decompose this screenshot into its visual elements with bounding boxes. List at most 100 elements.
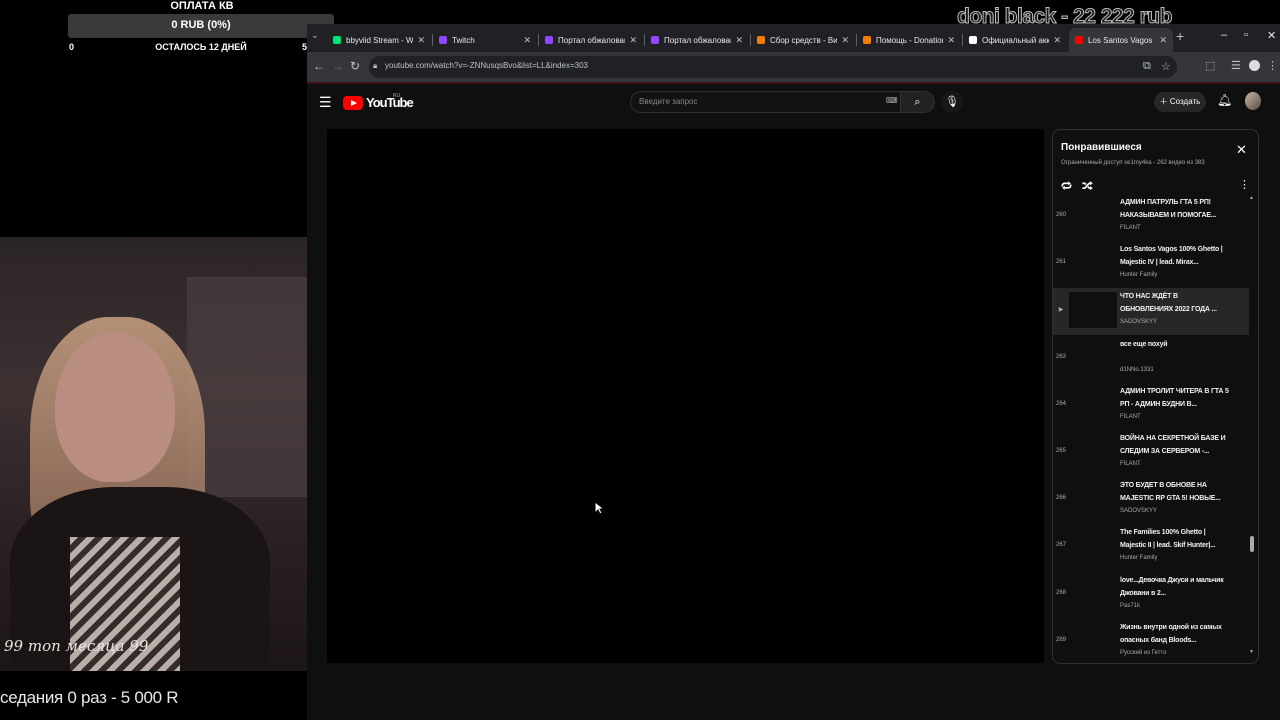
browser-tab[interactable]: Сбор средств - Виджеты✕ — [751, 28, 855, 52]
browser-tab[interactable]: Twitch ✕ — [433, 28, 537, 52]
video-title[interactable]: все еще похуй — [1120, 338, 1230, 351]
playlist-item[interactable]: 260 АДМИН ПАТРУЛЬ ГТА 5 РП! НАКАЗЫВАЕМ И … — [1053, 194, 1249, 241]
video-title[interactable]: ЭТО БУДЕТ В ОБНОВЕ НА MAJESTIC RP GTA 5!… — [1120, 479, 1230, 505]
channel-name[interactable]: FILANT — [1120, 225, 1141, 231]
video-title[interactable]: The Families 100% Ghetto | Majestic II |… — [1120, 526, 1230, 552]
create-button[interactable]: ＋ Создать — [1154, 92, 1206, 112]
browser-menu-icon[interactable]: ⋮ — [1267, 59, 1278, 72]
playlist-item[interactable]: ▶ ЧТО НАС ЖДЁТ В ОБНОВЛЕНИЯХ 2022 ГОДА ..… — [1053, 288, 1249, 335]
more-options-icon[interactable]: ⋮ — [1239, 178, 1250, 191]
video-title[interactable]: ВОЙНА НА СЕКРЕТНОЙ БАЗЕ И СЛЕДИМ ЗА СЕРВ… — [1120, 432, 1230, 458]
scroll-down-icon[interactable]: ▼ — [1249, 649, 1254, 655]
playlist-item[interactable]: 263 все еще похуй d1NNo.1331 — [1053, 336, 1249, 383]
playlist-scrollbar[interactable] — [1248, 194, 1256, 661]
video-player[interactable] — [327, 129, 1044, 663]
playlist-item[interactable]: 265 ВОЙНА НА СЕКРЕТНОЙ БАЗЕ И СЛЕДИМ ЗА С… — [1053, 430, 1249, 477]
tab-close-icon[interactable]: ✕ — [1053, 35, 1061, 46]
avatar[interactable] — [1245, 92, 1261, 110]
video-title[interactable]: ЧТО НАС ЖДЁТ В ОБНОВЛЕНИЯХ 2022 ГОДА ... — [1120, 290, 1230, 316]
video-title[interactable]: love...Девочка Джуси и мальчик Джовани в… — [1120, 574, 1230, 600]
reading-list-icon[interactable]: ☰ — [1231, 59, 1241, 72]
video-thumbnail[interactable] — [1069, 198, 1117, 234]
tab-close-icon[interactable]: ✕ — [629, 35, 637, 46]
channel-name[interactable]: Hunter Family — [1120, 555, 1157, 561]
browser-tab[interactable]: Los Santos Vagos 100% C ✕ — [1069, 28, 1173, 52]
playlist-item[interactable]: 268 love...Девочка Джуси и мальчик Джован… — [1053, 572, 1249, 619]
youtube-wordmark[interactable]: YouTube — [366, 95, 414, 110]
channel-name[interactable]: d1NNo.1331 — [1120, 367, 1154, 373]
shuffle-icon[interactable]: 🔀︎ — [1082, 178, 1093, 194]
playlist-item[interactable]: 267 The Families 100% Ghetto | Majestic I… — [1053, 524, 1249, 571]
close-window-icon[interactable]: ✕ — [1267, 29, 1276, 42]
now-playing-icon: ▶ — [1058, 307, 1064, 313]
scrollbar-thumb[interactable] — [1250, 536, 1254, 552]
video-title[interactable]: Los Santos Vagos 100% Ghetto | Majestic … — [1120, 243, 1230, 269]
minimize-icon[interactable]: – — [1221, 29, 1227, 41]
extensions-icon[interactable]: ⬚ — [1205, 59, 1215, 72]
channel-name[interactable]: Русский из Гетто — [1120, 650, 1166, 656]
playlist-index: 267 — [1055, 542, 1066, 548]
playlist-item[interactable]: 266 ЭТО БУДЕТ В ОБНОВЕ НА MAJESTIC RP GTA… — [1053, 477, 1249, 524]
video-thumbnail[interactable] — [1069, 576, 1117, 612]
video-title[interactable]: Жизнь внутри одной из самых опасных банд… — [1120, 621, 1230, 647]
profile-icon[interactable] — [1249, 60, 1260, 71]
browser-tab[interactable]: Портал обжалования - ✕ — [645, 28, 749, 52]
video-title[interactable]: АДМИН ПАТРУЛЬ ГТА 5 РП! НАКАЗЫВАЕМ И ПОМ… — [1120, 196, 1230, 222]
playlist-item[interactable]: 269 Жизнь внутри одной из самых опасных б… — [1053, 619, 1249, 661]
new-tab-button[interactable]: + — [1176, 28, 1184, 44]
tab-close-icon[interactable]: ✕ — [841, 35, 849, 46]
video-thumbnail[interactable] — [1069, 340, 1117, 376]
tab-close-icon[interactable]: ✕ — [417, 35, 425, 46]
scroll-up-icon[interactable]: ▲ — [1249, 195, 1254, 201]
tab-strip: ⌄ bbyviid Stream - Watch L✕Twitch✕Портал… — [307, 24, 1280, 52]
install-icon[interactable]: ⧉ — [1143, 60, 1151, 73]
playlist-index: 263 — [1055, 354, 1066, 360]
browser-tab[interactable]: bbyviid Stream - Watch L✕ — [327, 28, 431, 52]
donation-ticker: седания 0 раз - 5 000 R — [0, 688, 179, 707]
video-thumbnail[interactable] — [1069, 434, 1117, 470]
video-thumbnail[interactable] — [1069, 387, 1117, 423]
keyboard-icon[interactable]: ⌨ — [886, 96, 898, 105]
forward-icon[interactable]: → — [332, 59, 344, 73]
video-thumbnail[interactable] — [1069, 623, 1117, 659]
playlist-item[interactable]: 261 Los Santos Vagos 100% Ghetto | Majest… — [1053, 241, 1249, 288]
browser-tab[interactable]: Официальный аккаунт✕ — [963, 28, 1067, 52]
channel-name[interactable]: Hunter Family — [1120, 272, 1157, 278]
video-thumbnail[interactable] — [1069, 481, 1117, 517]
bookmark-star-icon[interactable]: ☆ — [1161, 60, 1171, 73]
tab-title: Twitch — [452, 35, 475, 45]
close-icon[interactable]: ✕ — [1236, 142, 1247, 158]
address-bar[interactable]: 🔒︎ youtube.com/watch?v=-ZNNusqsBvo&list=… — [369, 56, 1177, 78]
channel-name[interactable]: SADOVSKYY — [1120, 319, 1157, 325]
voice-search-button[interactable]: 🎙︎ — [941, 91, 963, 113]
search-button[interactable]: ⌕ — [901, 91, 935, 113]
browser-tab[interactable]: Портал обжалования - ✕ — [539, 28, 643, 52]
hamburger-menu-icon[interactable]: ☰ — [319, 94, 332, 111]
maximize-icon[interactable]: ▫ — [1244, 29, 1248, 41]
playlist-item[interactable]: 264 АДМИН ТРОЛИТ ЧИТЕРА В ГТА 5 РП - АДМИ… — [1053, 383, 1249, 430]
video-thumbnail[interactable] — [1069, 292, 1117, 328]
tab-close-icon[interactable]: ✕ — [523, 35, 531, 46]
playlist-title[interactable]: Понравившиеся — [1061, 142, 1142, 153]
channel-name[interactable]: FILANT — [1120, 414, 1141, 420]
video-title[interactable]: АДМИН ТРОЛИТ ЧИТЕРА В ГТА 5 РП - АДМИН Б… — [1120, 385, 1230, 411]
youtube-logo-icon[interactable] — [343, 96, 363, 110]
playlist-index: 261 — [1055, 259, 1066, 265]
reload-icon[interactable]: ↻ — [350, 59, 360, 73]
channel-name[interactable]: SADOVSKYY — [1120, 508, 1157, 514]
goal-title: ОПЛАТА КВ — [170, 0, 234, 12]
back-icon[interactable]: ← — [313, 59, 325, 73]
loop-icon[interactable]: 🔁︎ — [1061, 178, 1072, 194]
tab-close-icon[interactable]: ✕ — [947, 35, 955, 46]
playlist-index: 265 — [1055, 448, 1066, 454]
search-input[interactable]: Введите запрос ⌨ — [630, 91, 901, 113]
video-thumbnail[interactable] — [1069, 528, 1117, 564]
tab-search-icon[interactable]: ⌄ — [311, 30, 319, 41]
channel-name[interactable]: FILANT — [1120, 461, 1141, 467]
video-thumbnail[interactable] — [1069, 245, 1117, 281]
browser-tab[interactable]: Помощь - DonationAlerts ✕ — [857, 28, 961, 52]
notifications-bell-icon[interactable]: 🔔︎ — [1217, 93, 1232, 107]
tab-close-icon[interactable]: ✕ — [1159, 35, 1167, 46]
channel-name[interactable]: Pas71k — [1120, 603, 1140, 609]
tab-close-icon[interactable]: ✕ — [735, 35, 743, 46]
